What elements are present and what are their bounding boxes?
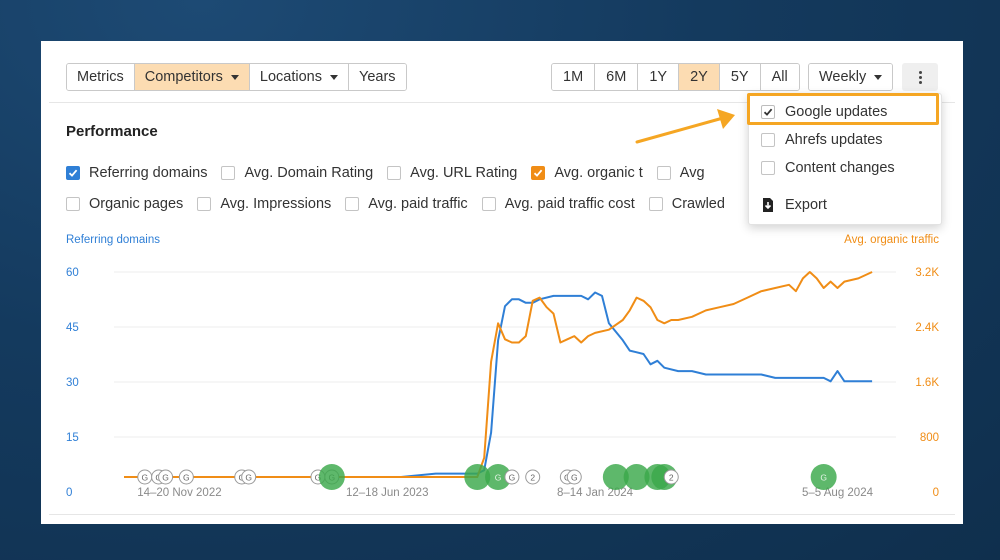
right-tick-label: 2.4K: [915, 322, 939, 334]
left-axis-title: Referring domains: [66, 234, 160, 246]
event-marker-label: 2: [530, 473, 535, 483]
event-marker-label: G: [141, 473, 148, 483]
event-marker-label: 2: [669, 473, 674, 483]
x-tick-label: 8–14 Jan 2024: [557, 487, 634, 499]
event-marker-label: G: [495, 473, 502, 483]
left-tick-label: 60: [66, 267, 79, 279]
left-tick-label: 30: [66, 377, 79, 389]
export-label: Export: [785, 197, 827, 213]
annotation-arrow-icon: [635, 109, 735, 144]
content-change-marker: [318, 464, 345, 490]
event-marker-label: G: [183, 473, 190, 483]
checkbox-icon[interactable]: [761, 161, 775, 175]
right-axis-title: Avg. organic traffic: [844, 234, 939, 246]
right-tick-label: 0: [933, 487, 939, 499]
x-tick-label: 12–18 Jun 2023: [346, 487, 429, 499]
download-icon: [763, 198, 773, 212]
menu-item-content-changes[interactable]: Content changes: [761, 160, 895, 176]
menu-item-label: Content changes: [785, 160, 895, 176]
chart-panel: Metrics Competitors Locations Years 1M 6M 1Y 2…: [41, 41, 963, 524]
right-tick-label: 800: [920, 432, 939, 444]
menu-item-label: Ahrefs updates: [785, 132, 883, 148]
left-tick-label: 0: [66, 487, 72, 499]
event-marker-label: G: [509, 473, 516, 483]
event-marker-label: G: [245, 473, 252, 483]
x-tick-label: 14–20 Nov 2022: [137, 487, 221, 499]
bottom-divider: [49, 514, 955, 515]
left-tick-label: 45: [66, 322, 79, 334]
right-tick-label: 1.6K: [915, 377, 939, 389]
event-marker-label: G: [571, 473, 578, 483]
right-tick-label: 3.2K: [915, 267, 939, 279]
event-marker-label: G: [162, 473, 169, 483]
menu-item-ahrefs-updates[interactable]: Ahrefs updates: [761, 132, 883, 148]
google-updates-highlight: [747, 93, 939, 125]
event-marker-label: G: [820, 473, 827, 483]
menu-item-export[interactable]: Export: [761, 197, 827, 213]
checkbox-icon[interactable]: [761, 133, 775, 147]
x-tick-label: 5–5 Aug 2024: [802, 487, 874, 499]
left-tick-label: 15: [66, 432, 79, 444]
series-line-referring-domains: [124, 291, 873, 478]
